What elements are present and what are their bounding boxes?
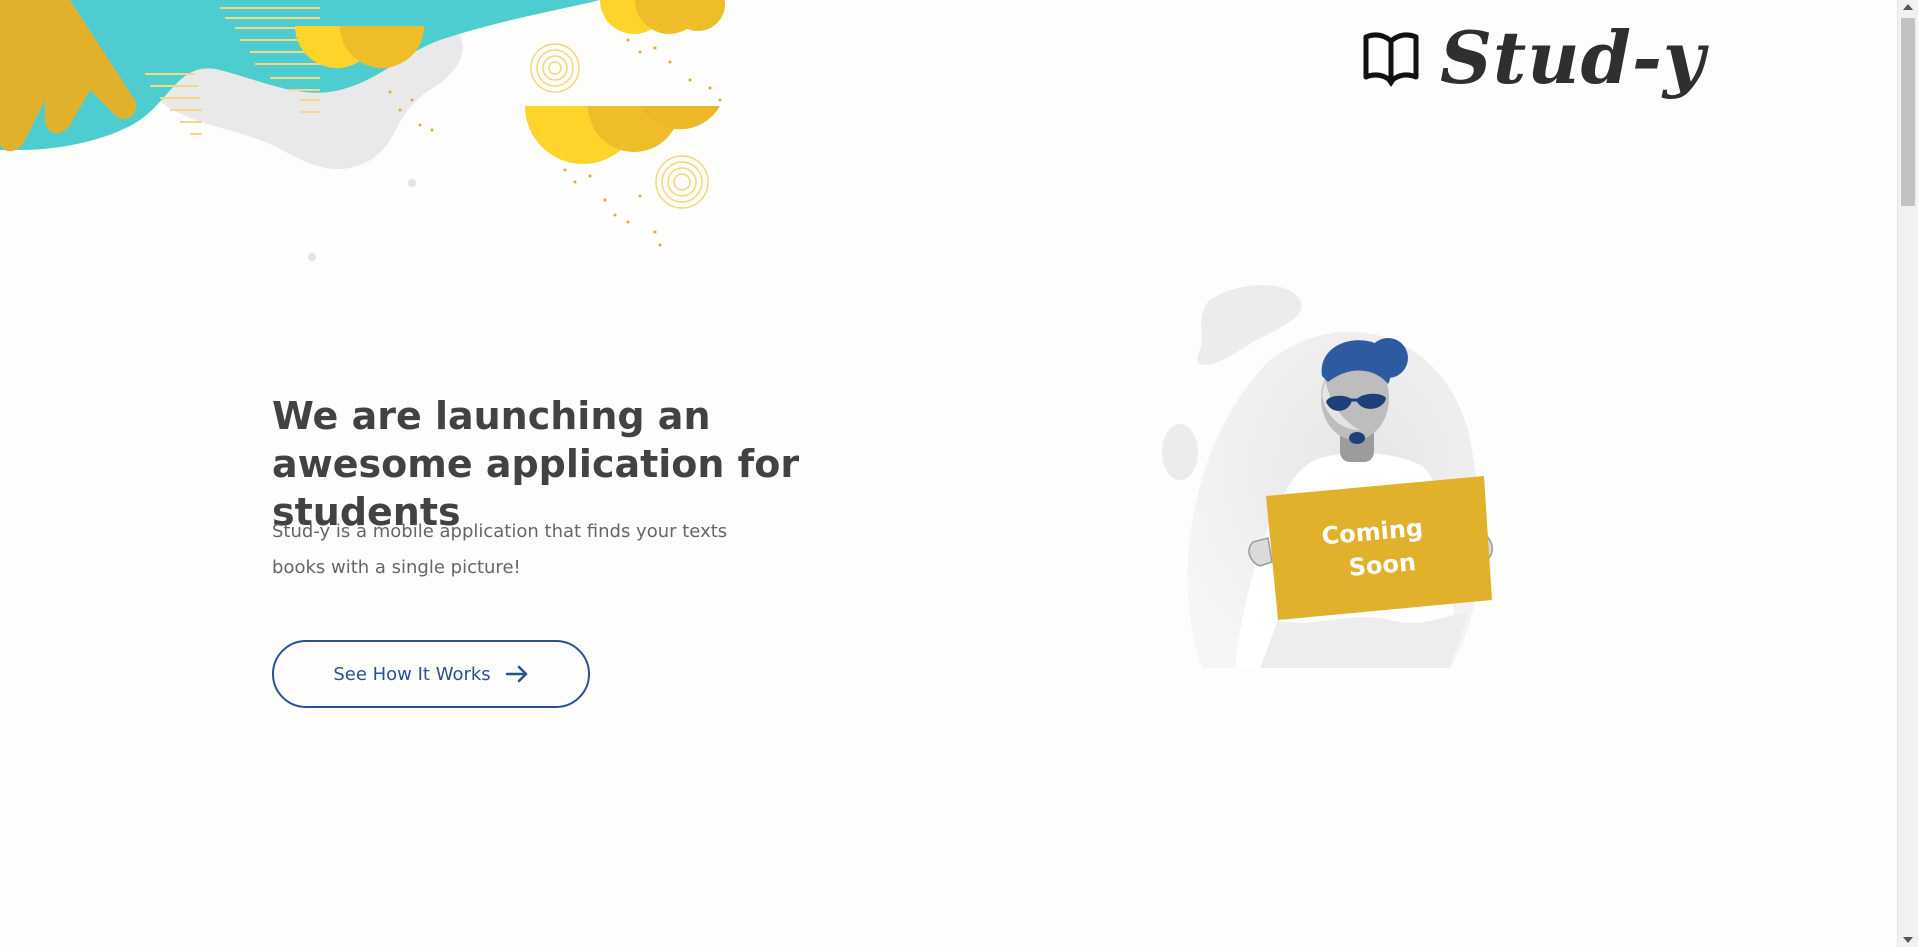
hero-description: Stud-y is a mobile application that find… <box>272 521 728 578</box>
cta-label: See How It Works <box>333 663 491 685</box>
scroll-up-icon[interactable] <box>1903 4 1913 10</box>
see-how-it-works-button[interactable]: See How It Works <box>272 640 590 708</box>
brand-logo[interactable]: Stud-y <box>1360 22 1706 94</box>
vertical-scrollbar[interactable] <box>1897 0 1918 947</box>
scroll-thumb[interactable] <box>1901 18 1915 206</box>
brand-name: Stud-y <box>1440 15 1706 100</box>
coming-soon-illustration: Coming Soon <box>1162 285 1493 668</box>
decorative-top-artwork <box>0 0 725 261</box>
scroll-down-icon[interactable] <box>1903 937 1913 943</box>
arrow-right-icon <box>505 665 527 683</box>
landing-page: Stud-y We are launching an awesome appli… <box>0 0 1918 947</box>
sign-text-line2: Soon <box>1348 548 1418 582</box>
open-book-icon <box>1363 32 1419 87</box>
